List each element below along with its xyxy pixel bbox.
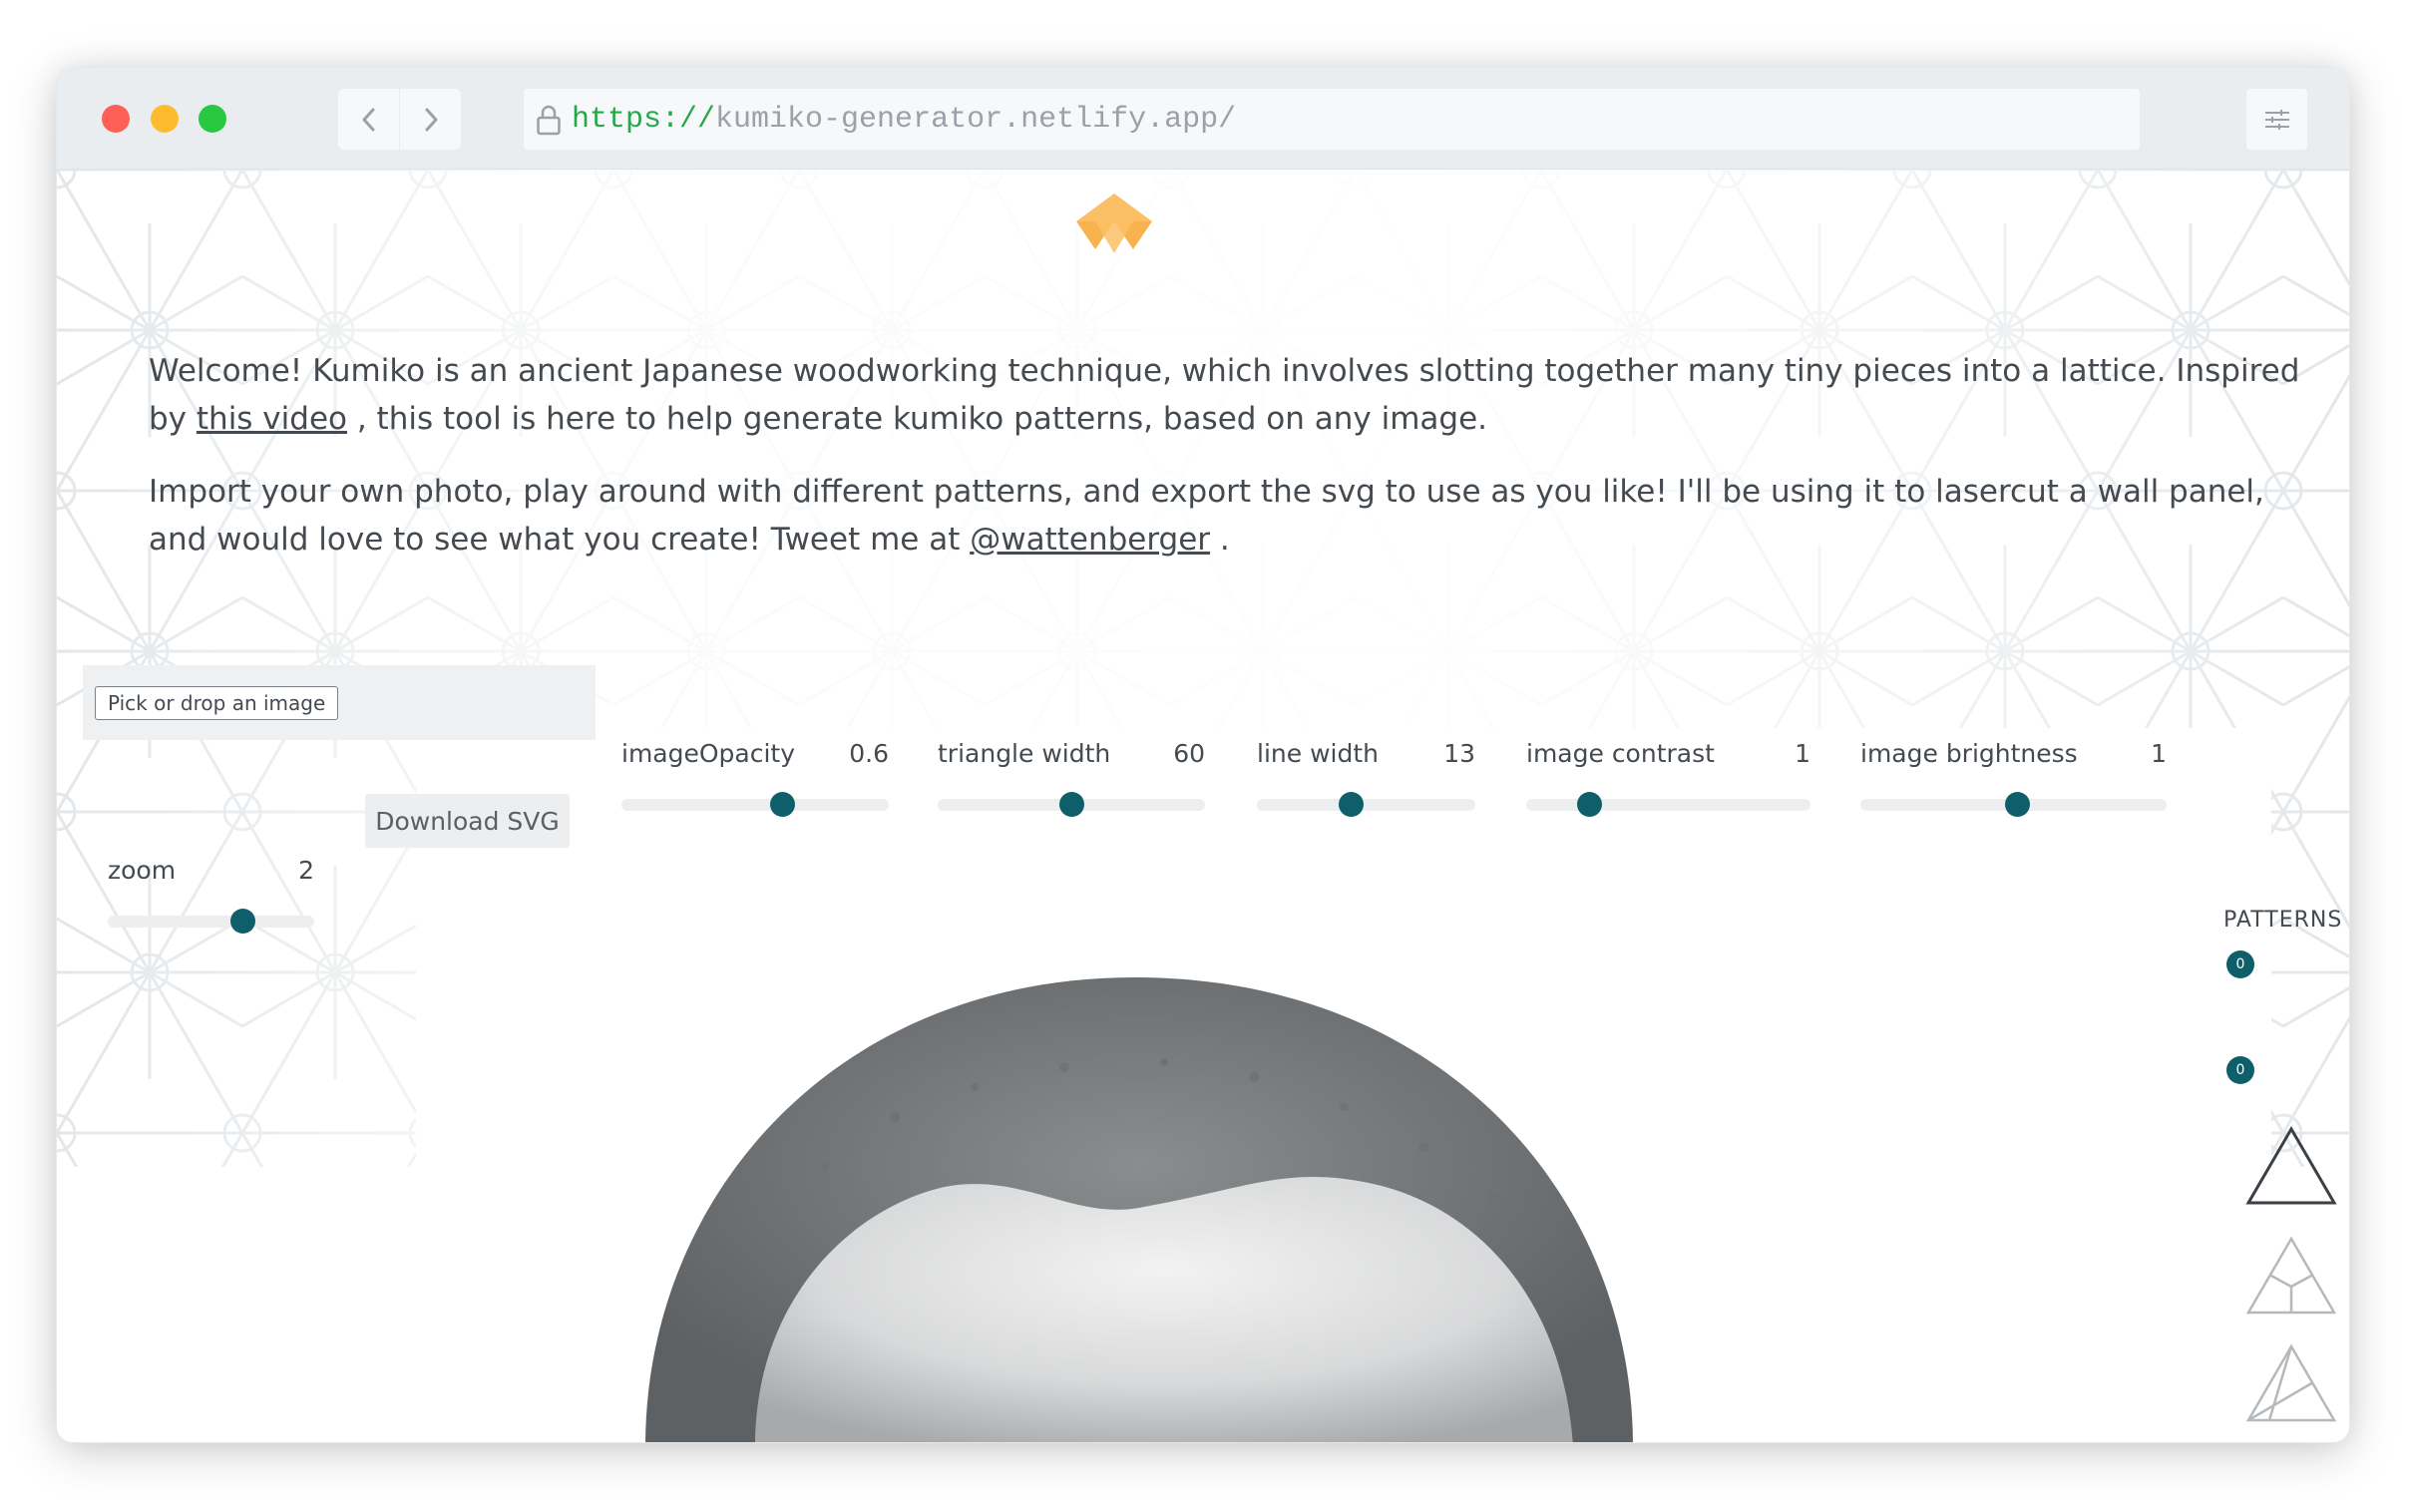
close-window-button[interactable] xyxy=(102,105,130,133)
url-scheme: https:// xyxy=(572,102,716,137)
slider-label: imageOpacity xyxy=(621,739,796,768)
chevron-left-icon xyxy=(362,108,374,131)
patterns-count-badge: 0 xyxy=(2226,950,2254,978)
slider-track[interactable] xyxy=(621,799,889,811)
slider-thumb[interactable] xyxy=(769,792,795,817)
portrait-preview-image xyxy=(645,977,1633,1442)
slider-label: image brightness xyxy=(1860,739,2078,768)
slider-value: 1 xyxy=(1795,739,1810,768)
slider-image-contrast[interactable]: image contrast 1 xyxy=(1526,739,1810,819)
selected-pattern-badge: 0 xyxy=(2226,1056,2254,1084)
slider-label: triangle width xyxy=(938,739,1111,768)
pattern-option-triangle-plain[interactable] xyxy=(2244,1125,2338,1207)
lock-icon xyxy=(537,105,561,135)
browser-window: https://kumiko-generator.netlify.app/ We… xyxy=(57,68,2349,1442)
sliders-icon xyxy=(2264,109,2289,130)
slider-line-width[interactable]: line width 13 xyxy=(1257,739,1475,819)
intro-text-1b: , this tool is here to help generate kum… xyxy=(347,401,1488,437)
slider-thumb[interactable] xyxy=(1339,792,1365,817)
patterns-heading: PATTERNS xyxy=(2223,908,2343,933)
intro-text: Welcome! Kumiko is an ancient Japanese w… xyxy=(149,347,2303,588)
slider-value: 2 xyxy=(298,856,314,885)
slider-value: 1 xyxy=(2151,739,2167,768)
slider-thumb[interactable] xyxy=(1059,792,1084,817)
video-link[interactable]: this video xyxy=(197,401,347,437)
browser-settings-button[interactable] xyxy=(2246,89,2307,150)
slider-label: line width xyxy=(1257,739,1379,768)
page-content: Welcome! Kumiko is an ancient Japanese w… xyxy=(57,170,2349,1442)
slider-thumb[interactable] xyxy=(229,909,255,934)
address-bar[interactable]: https://kumiko-generator.netlify.app/ xyxy=(524,89,2140,150)
minimize-window-button[interactable] xyxy=(151,105,179,133)
slider-image-opacity[interactable]: imageOpacity 0.6 xyxy=(621,739,889,819)
slider-zoom[interactable]: zoom 2 xyxy=(108,856,314,936)
slider-label: image contrast xyxy=(1526,739,1715,768)
slider-image-brightness[interactable]: image brightness 1 xyxy=(1860,739,2167,819)
slider-track[interactable] xyxy=(1526,799,1810,811)
slider-triangle-width[interactable]: triangle width 60 xyxy=(938,739,1205,819)
intro-paragraph-2: Import your own photo, play around with … xyxy=(149,468,2303,564)
kumiko-logo xyxy=(1076,193,1152,253)
slider-thumb[interactable] xyxy=(1576,792,1602,817)
slider-value: 13 xyxy=(1443,739,1475,768)
browser-toolbar: https://kumiko-generator.netlify.app/ xyxy=(57,68,2349,170)
intro-text-2b: . xyxy=(1210,522,1230,558)
pattern-option-triangle-inner[interactable] xyxy=(2244,1342,2338,1424)
pick-image-button[interactable]: Pick or drop an image xyxy=(95,686,339,720)
slider-track[interactable] xyxy=(1257,799,1475,811)
download-svg-button[interactable]: Download SVG xyxy=(365,794,570,848)
back-button[interactable] xyxy=(338,89,399,150)
slider-thumb[interactable] xyxy=(2004,792,2030,817)
url-host: kumiko-generator.netlify.app/ xyxy=(715,102,1237,137)
image-dropzone[interactable]: Pick or drop an image xyxy=(83,665,596,740)
slider-label: zoom xyxy=(108,856,177,885)
twitter-link[interactable]: @wattenberger xyxy=(970,522,1210,558)
chevron-right-icon xyxy=(425,108,437,131)
forward-button[interactable] xyxy=(400,89,461,150)
pattern-option-triangle-y-split[interactable] xyxy=(2244,1235,2338,1317)
slider-track[interactable] xyxy=(108,916,314,928)
intro-paragraph-1: Welcome! Kumiko is an ancient Japanese w… xyxy=(149,347,2303,443)
slider-value: 60 xyxy=(1173,739,1205,768)
maximize-window-button[interactable] xyxy=(199,105,226,133)
slider-value: 0.6 xyxy=(849,739,889,768)
